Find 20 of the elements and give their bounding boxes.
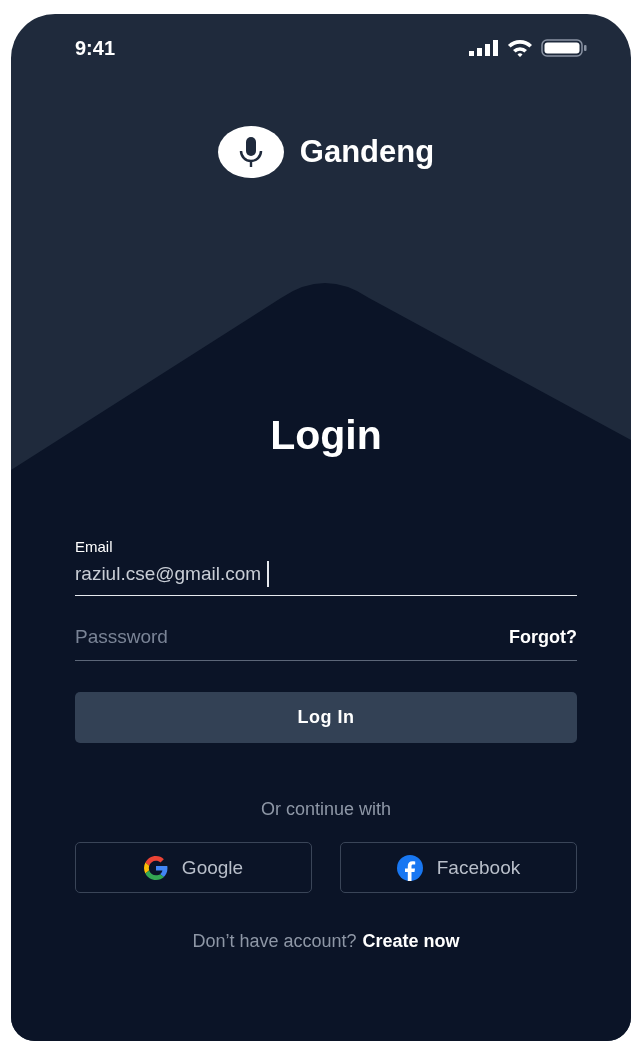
- login-button[interactable]: Log In: [75, 692, 577, 743]
- password-field[interactable]: Passsword: [75, 626, 168, 648]
- signal-icon: [469, 40, 499, 56]
- social-login-button[interactable]: Google: [75, 842, 312, 893]
- divider-text: Or continue with: [259, 799, 393, 820]
- create-account-link[interactable]: Create now: [362, 931, 460, 952]
- email-field[interactable]: Email raziul.cse@gmail.com: [75, 538, 577, 596]
- status-time: 9:41: [75, 36, 116, 60]
- forgot-link[interactable]: Forgot?: [509, 626, 577, 648]
- google-icon: [143, 855, 168, 880]
- field-value: raziul.cse@gmail.com: [75, 563, 262, 585]
- brand-name: Gandeng: [299, 134, 435, 170]
- text-cursor: [267, 561, 270, 587]
- footer-text: Don’t have account?: [192, 931, 357, 952]
- page-title: Login: [269, 415, 383, 456]
- field-label: Email: [75, 538, 114, 555]
- wifi-icon: [507, 39, 533, 57]
- social-login-button[interactable]: Facebook: [340, 842, 577, 893]
- facebook-icon: [396, 854, 423, 881]
- battery-icon: [541, 39, 587, 57]
